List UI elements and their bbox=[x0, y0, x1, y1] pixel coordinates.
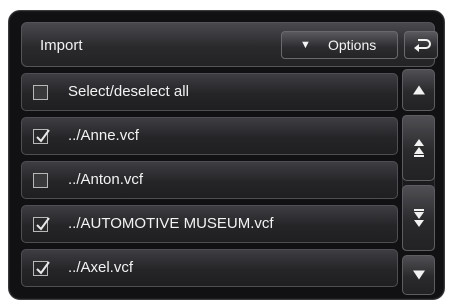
scroll-down-button[interactable] bbox=[402, 255, 435, 295]
checkbox[interactable] bbox=[33, 85, 48, 100]
list-item-label: ../Anton.vcf bbox=[68, 171, 144, 188]
scroll-up-button[interactable] bbox=[402, 69, 435, 111]
scrollbar[interactable] bbox=[402, 69, 435, 295]
list-item[interactable]: ../Axel.vcf bbox=[21, 249, 398, 287]
back-arrow-icon bbox=[414, 39, 431, 52]
back-button[interactable] bbox=[404, 31, 438, 59]
options-label: Options bbox=[328, 37, 377, 53]
double-chevron-down-icon bbox=[413, 209, 424, 227]
page-title: Import bbox=[40, 37, 83, 54]
checkmark-icon bbox=[36, 129, 50, 143]
triangle-down-icon bbox=[412, 270, 425, 280]
import-screen: Import ▼ Options Select/deselect all ../… bbox=[8, 10, 445, 300]
double-chevron-up-icon bbox=[413, 139, 424, 157]
list-item-label: ../Anne.vcf bbox=[68, 127, 139, 144]
checkmark-icon bbox=[36, 217, 50, 231]
page-down-button[interactable] bbox=[402, 185, 435, 251]
triangle-down-icon: ▼ bbox=[300, 39, 311, 51]
options-button[interactable]: ▼ Options bbox=[281, 31, 398, 59]
checkmark-icon bbox=[36, 261, 50, 275]
header-bar: Import ▼ Options bbox=[21, 22, 438, 67]
list-item-label: Select/deselect all bbox=[68, 83, 189, 100]
list-item-label: ../Axel.vcf bbox=[68, 259, 134, 276]
select-all-row[interactable]: Select/deselect all bbox=[21, 73, 398, 111]
checkbox[interactable] bbox=[33, 173, 48, 188]
checkbox[interactable] bbox=[33, 261, 50, 276]
checkbox[interactable] bbox=[33, 129, 50, 144]
list-item[interactable]: ../AUTOMOTIVE MUSEUM.vcf bbox=[21, 205, 398, 243]
list-item-label: ../AUTOMOTIVE MUSEUM.vcf bbox=[68, 215, 274, 232]
list-item[interactable]: ../Anne.vcf bbox=[21, 117, 398, 155]
triangle-up-icon bbox=[412, 85, 425, 95]
list-item[interactable]: ../Anton.vcf bbox=[21, 161, 398, 199]
checkbox[interactable] bbox=[33, 217, 50, 232]
page-up-button[interactable] bbox=[402, 115, 435, 181]
